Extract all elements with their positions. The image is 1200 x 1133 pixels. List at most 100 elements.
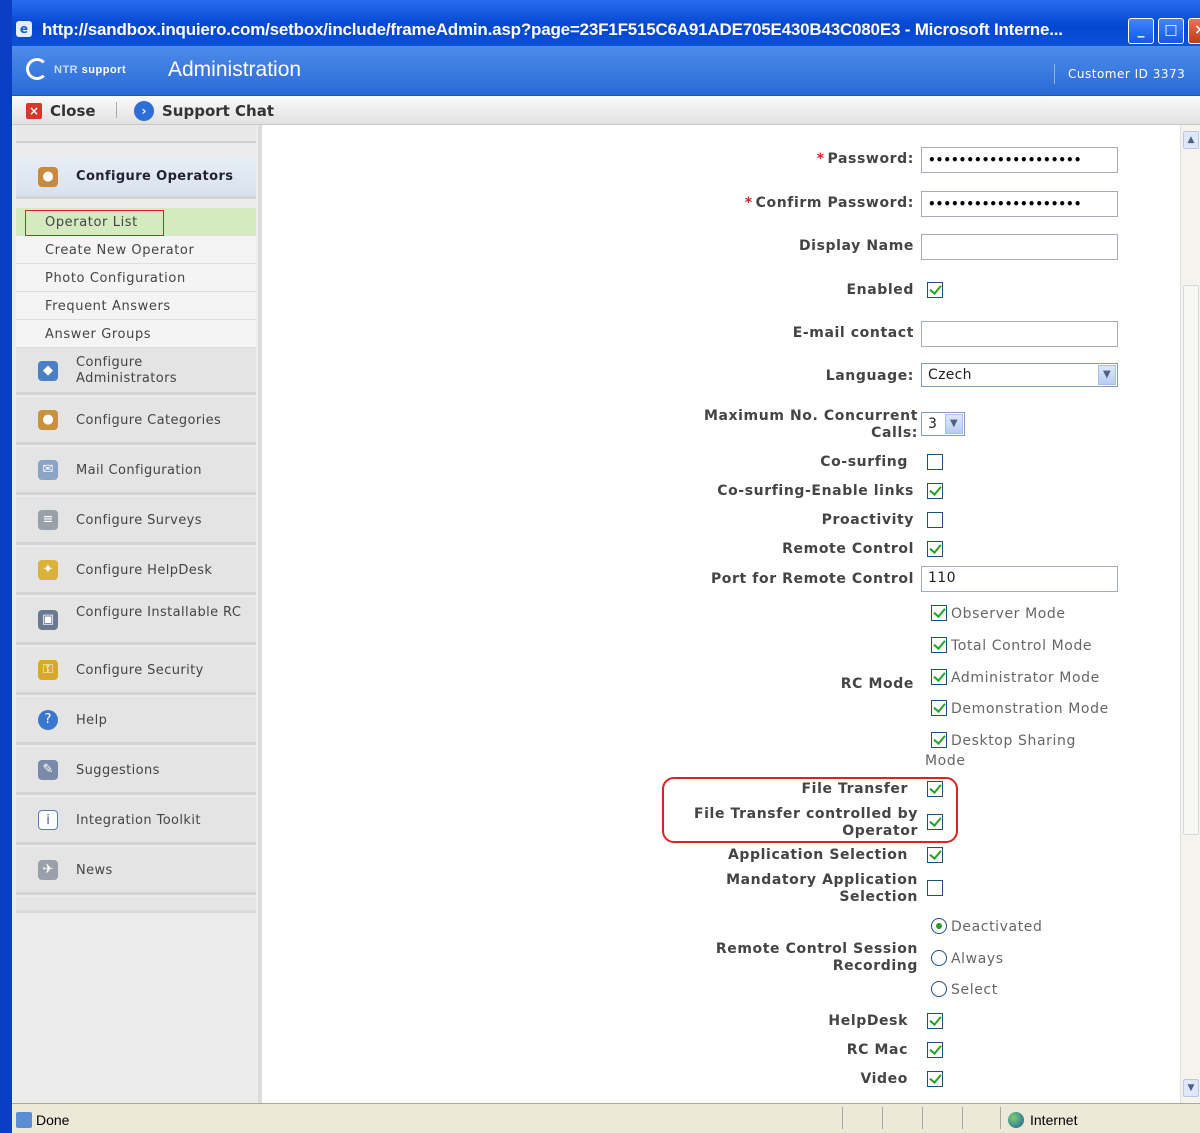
close-label: Close	[50, 102, 96, 120]
scrollbar-thumb[interactable]	[1183, 285, 1199, 835]
sidebar: ● Configure Operators Operator List Crea…	[12, 125, 262, 1103]
remote-control-label: Remote Control	[782, 541, 914, 557]
sidebar-section-label: Configure HelpDesk	[76, 563, 213, 578]
globe-icon	[1008, 1112, 1024, 1128]
helpdesk-checkbox[interactable]	[927, 1013, 943, 1029]
password-input[interactable]: ••••••••••••••••••••	[921, 147, 1118, 173]
sidebar-section-suggestions[interactable]: ✎ Suggestions	[16, 747, 256, 795]
file-transfer-operator-checkbox[interactable]	[927, 814, 943, 830]
max-concurrent-calls-select[interactable]: 3 ▼	[921, 412, 965, 436]
maximize-button[interactable]: □	[1158, 18, 1184, 44]
sidebar-subitem-label: Operator List	[45, 215, 138, 230]
sidebar-section-configure-security[interactable]: ⚿ Configure Security	[16, 647, 256, 695]
recording-deactivated-radio[interactable]	[931, 918, 947, 934]
demonstration-mode-label: Demonstration Mode	[951, 701, 1109, 717]
recording-deactivated-label: Deactivated	[951, 919, 1043, 935]
security-zone: Internet	[1008, 1112, 1077, 1128]
sidebar-section-integration-toolkit[interactable]: i Integration Toolkit	[16, 797, 256, 845]
sidebar-section-news[interactable]: ✈ News	[16, 847, 256, 895]
toolbar-divider	[116, 102, 117, 118]
close-icon: ×	[26, 103, 42, 119]
remote-control-checkbox[interactable]	[927, 541, 943, 557]
cosurfing-label: Co-surfing	[820, 454, 908, 470]
scroll-down-arrow-icon[interactable]: ▼	[1183, 1079, 1199, 1097]
enabled-label: Enabled	[846, 282, 914, 298]
sidebar-section-configure-categories[interactable]: ● Configure Categories	[16, 397, 256, 445]
observer-mode-checkbox[interactable]	[931, 605, 947, 621]
sidebar-subitem-label: Frequent Answers	[45, 299, 171, 314]
minimize-button[interactable]: _	[1128, 18, 1154, 44]
sidebar-section-label: Configure Operators	[76, 169, 234, 184]
sidebar-subitem-answer-groups[interactable]: Answer Groups	[16, 320, 256, 348]
sidebar-section-label: Configure Installable RC	[76, 605, 242, 620]
page-icon	[16, 1112, 32, 1128]
scroll-up-arrow-icon[interactable]: ▲	[1183, 131, 1199, 149]
sidebar-section-configure-administrators[interactable]: ◆ Configure Administrators	[16, 348, 256, 395]
video-label: Video	[860, 1071, 908, 1087]
sidebar-section-mail-configuration[interactable]: ✉ Mail Configuration	[16, 447, 256, 495]
header-divider	[1054, 64, 1055, 84]
window-titlebar: e http://sandbox.inquiero.com/setbox/inc…	[0, 0, 1200, 46]
total-control-mode-checkbox[interactable]	[931, 637, 947, 653]
support-chat-button[interactable]: › Support Chat	[134, 100, 274, 122]
language-select[interactable]: Czech ▼	[921, 363, 1118, 387]
application-selection-checkbox[interactable]	[927, 847, 943, 863]
max-calls-value: 3	[928, 416, 938, 432]
display-name-label: Display Name	[798, 238, 914, 254]
sidebar-section-configure-installable-rc[interactable]: ▣ Configure Installable RC	[16, 597, 256, 645]
rc-mode-label: RC Mode	[840, 676, 914, 692]
sidebar-section-help[interactable]: ? Help	[16, 697, 256, 745]
sidebar-subitem-label: Create New Operator	[45, 243, 195, 258]
password-label: * Password:	[816, 151, 914, 167]
display-name-input[interactable]	[921, 234, 1118, 260]
sidebar-section-label: Configure Categories	[76, 413, 222, 428]
sidebar-section-label: Suggestions	[76, 763, 160, 778]
sidebar-section-configure-surveys[interactable]: ≡ Configure Surveys	[16, 497, 256, 545]
email-contact-input[interactable]	[921, 321, 1118, 347]
sidebar-section-label: Configure Security	[76, 663, 204, 678]
sidebar-section-configure-helpdesk[interactable]: ✦ Configure HelpDesk	[16, 547, 256, 595]
file-transfer-operator-label: File Transfer controlled by Operator	[694, 806, 918, 839]
sidebar-subitem-frequent-answers[interactable]: Frequent Answers	[16, 292, 256, 320]
demonstration-mode-checkbox[interactable]	[931, 700, 947, 716]
language-label: Language:	[825, 368, 914, 384]
file-transfer-checkbox[interactable]	[927, 781, 943, 797]
recording-always-radio[interactable]	[931, 950, 947, 966]
cosurfing-checkbox[interactable]	[927, 454, 943, 470]
helpdesk-label: HelpDesk	[828, 1013, 908, 1029]
administrator-mode-checkbox[interactable]	[931, 669, 947, 685]
sidebar-subitem-operator-list[interactable]: Operator List	[16, 208, 256, 236]
proactivity-checkbox[interactable]	[927, 512, 943, 528]
desktop-sharing-mode-checkbox[interactable]	[931, 732, 947, 748]
sidebar-section-configure-operators[interactable]: ● Configure Operators	[16, 157, 256, 199]
app-title: Administration	[168, 58, 302, 81]
email-contact-label: E-mail contact	[792, 325, 914, 341]
close-window-button[interactable]: ×	[1188, 18, 1200, 44]
port-remote-control-input[interactable]: 110	[921, 566, 1118, 592]
recording-select-radio[interactable]	[931, 981, 947, 997]
sidebar-subitem-create-new-operator[interactable]: Create New Operator	[16, 236, 256, 264]
suggestions-icon: ✎	[38, 760, 58, 780]
sidebar-section-label: Help	[76, 713, 108, 728]
desktop-sharing-mode-label: Desktop Sharing	[951, 733, 1076, 749]
toolbar: × Close › Support Chat	[12, 96, 1200, 125]
close-button[interactable]: × Close	[26, 100, 96, 122]
status-pane	[882, 1107, 883, 1129]
cosurfing-links-label: Co-surfing-Enable links	[717, 483, 914, 499]
cosurfing-links-checkbox[interactable]	[927, 483, 943, 499]
confirm-password-input[interactable]: ••••••••••••••••••••	[921, 191, 1118, 217]
sidebar-subitem-label: Photo Configuration	[45, 271, 186, 286]
video-checkbox[interactable]	[927, 1071, 943, 1087]
rc-mac-label: RC Mac	[846, 1042, 908, 1058]
administrator-mode-label: Administrator Mode	[951, 670, 1100, 686]
vertical-scrollbar[interactable]: ▲ ▼	[1180, 125, 1200, 1103]
rc-mac-checkbox[interactable]	[927, 1042, 943, 1058]
chevron-down-icon: ▼	[1098, 365, 1116, 385]
sidebar-item-integration-partial[interactable]	[16, 125, 256, 143]
support-chat-label: Support Chat	[162, 102, 275, 120]
enabled-checkbox[interactable]	[927, 282, 943, 298]
integration-icon: i	[38, 810, 58, 830]
sidebar-subitem-photo-configuration[interactable]: Photo Configuration	[16, 264, 256, 292]
status-pane	[922, 1107, 923, 1129]
mandatory-application-selection-checkbox[interactable]	[927, 880, 943, 896]
